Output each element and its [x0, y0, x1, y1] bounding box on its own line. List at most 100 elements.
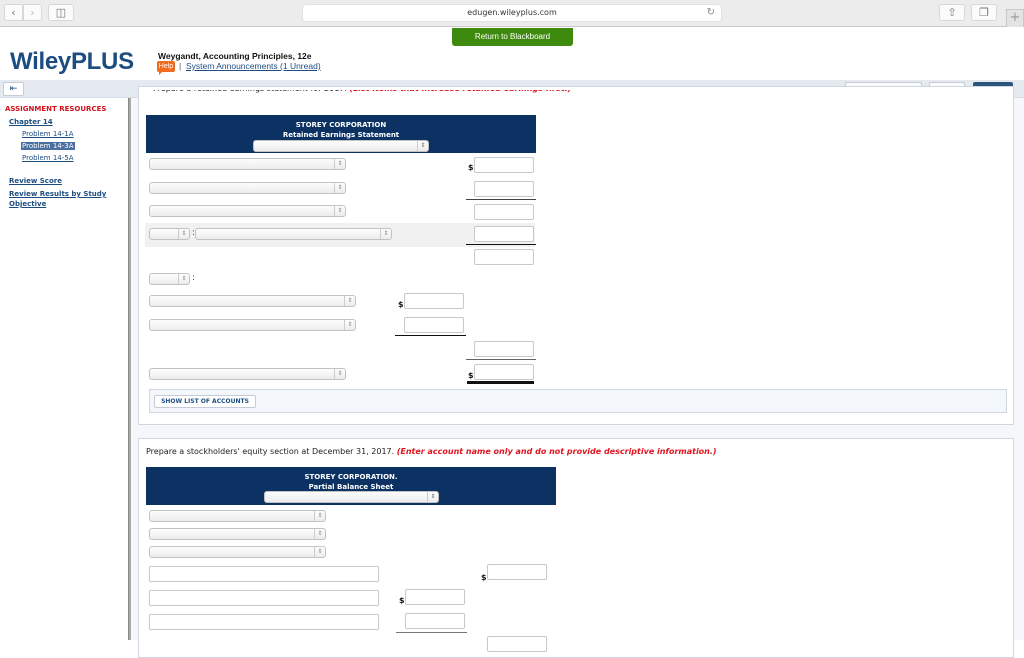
- select-arrow-icon: ⇕: [344, 320, 355, 330]
- browser-toolbar: ‹ › ◫ edugen.wileyplus.com ↻ ⇧ ❐ +: [0, 0, 1024, 27]
- instruction-text: Prepare a stockholders' equity section a…: [146, 447, 395, 456]
- reload-icon[interactable]: ↻: [707, 5, 715, 21]
- collapse-sidebar-button[interactable]: ⇤: [3, 82, 24, 96]
- url-text: edugen.wileyplus.com: [467, 8, 557, 17]
- stockholders-equity-panel: Prepare a stockholders' equity section a…: [138, 438, 1014, 658]
- select-arrow-icon: ⇕: [314, 529, 325, 539]
- section-select[interactable]: ⇕: [149, 546, 326, 558]
- tabs-icon: ❐: [979, 6, 989, 19]
- select-arrow-icon: ⇕: [334, 206, 345, 216]
- return-to-blackboard-button[interactable]: Return to Blackboard: [452, 28, 573, 46]
- account-name-input[interactable]: [149, 614, 379, 630]
- address-bar[interactable]: edugen.wileyplus.com ↻: [302, 4, 722, 22]
- share-button[interactable]: ⇧: [939, 4, 965, 21]
- system-announcements-link[interactable]: System Announcements (1 Unread): [186, 61, 321, 71]
- separator: |: [179, 61, 182, 71]
- problem-link[interactable]: Problem 14-5A: [22, 154, 74, 162]
- statement-header: STOREY CORPORATION Retained Earnings Sta…: [146, 115, 536, 153]
- account-select[interactable]: ⇕: [149, 182, 346, 194]
- forward-nav-button[interactable]: ›: [23, 4, 42, 21]
- select-arrow-icon: ⇕: [334, 183, 345, 193]
- amount-input[interactable]: [404, 317, 464, 333]
- amount-input[interactable]: [405, 589, 465, 605]
- select-arrow-icon: ⇕: [178, 274, 189, 284]
- colon: :: [192, 273, 196, 283]
- sidebar-icon: ◫: [55, 6, 67, 19]
- tabs-overview-button[interactable]: ❐: [971, 4, 997, 21]
- account-select[interactable]: ⇕: [149, 205, 346, 217]
- section-select[interactable]: ⇕: [149, 510, 326, 522]
- total-amount-input[interactable]: [474, 364, 534, 380]
- select-arrow-icon: ⇕: [178, 229, 189, 239]
- select-arrow-icon: ⇕: [314, 511, 325, 521]
- select-arrow-icon: ⇕: [314, 547, 325, 557]
- statement-date-select[interactable]: ⇕: [253, 140, 429, 152]
- account-name-input[interactable]: [149, 590, 379, 606]
- label-select[interactable]: ⇕: [149, 228, 190, 240]
- company-name: STOREY CORPORATION: [295, 121, 387, 129]
- dollar-sign: $: [468, 371, 474, 380]
- select-arrow-icon: ⇕: [417, 141, 428, 151]
- statement-header: STOREY CORPORATION. Partial Balance Shee…: [146, 467, 556, 505]
- help-button[interactable]: Help: [157, 61, 175, 75]
- statement-title: Retained Earnings Statement: [282, 131, 400, 139]
- company-name: STOREY CORPORATION.: [304, 473, 398, 481]
- instruction-note: (Enter account name only and do not prov…: [396, 447, 717, 456]
- amount-input[interactable]: [405, 613, 465, 629]
- account-select[interactable]: ⇕: [149, 368, 346, 380]
- collapse-panel-icon: ⇤: [9, 84, 18, 94]
- total-double-line: [467, 381, 534, 384]
- problem-link[interactable]: Problem 14-1A: [22, 130, 74, 138]
- select-arrow-icon: ⇕: [334, 159, 345, 169]
- amount-input[interactable]: [474, 249, 534, 265]
- subtotal-line: [395, 335, 466, 336]
- instruction-text: Prepare a retained earnings statement fo…: [153, 84, 347, 93]
- new-tab-button[interactable]: +: [1006, 9, 1024, 27]
- chapter-link[interactable]: Chapter 14: [9, 118, 53, 126]
- statement-date-select[interactable]: ⇕: [264, 491, 439, 503]
- amount-input[interactable]: [474, 157, 534, 173]
- select-arrow-icon: ⇕: [427, 492, 438, 502]
- select-arrow-icon: ⇕: [344, 296, 355, 306]
- amount-input[interactable]: [474, 204, 534, 220]
- sidebar-toggle-button[interactable]: ◫: [48, 4, 74, 21]
- dollar-sign: $: [481, 573, 487, 582]
- wileyplus-logo[interactable]: WileyPLUS: [10, 48, 134, 76]
- share-icon: ⇧: [947, 6, 957, 19]
- assignment-resources-sidebar: ASSIGNMENT RESOURCES Chapter 14 Problem …: [0, 98, 128, 640]
- dollar-sign: $: [399, 596, 405, 605]
- amount-input[interactable]: [487, 564, 547, 580]
- account-select[interactable]: ⇕: [149, 295, 356, 307]
- account-select[interactable]: ⇕: [149, 319, 356, 331]
- amount-input[interactable]: [487, 636, 547, 652]
- retained-earnings-panel: Prepare a retained earnings statement fo…: [138, 86, 1014, 425]
- subtotal-line: [466, 199, 536, 200]
- select-arrow-icon: ⇕: [334, 369, 345, 379]
- show-list-of-accounts-button[interactable]: SHOW LIST OF ACCOUNTS: [154, 395, 256, 408]
- dollar-sign: $: [468, 163, 474, 172]
- account-select[interactable]: ⇕: [195, 228, 392, 240]
- assignment-resources-heading: ASSIGNMENT RESOURCES: [5, 105, 107, 113]
- subtotal-line: [466, 359, 536, 360]
- select-arrow-icon: ⇕: [380, 229, 391, 239]
- amount-input[interactable]: [474, 226, 534, 242]
- back-nav-button[interactable]: ‹: [4, 4, 23, 21]
- accounts-toolbar: SHOW LIST OF ACCOUNTS: [149, 389, 1007, 413]
- problem-link-selected[interactable]: Problem 14-3A: [21, 142, 75, 150]
- book-title: Weygandt, Accounting Principles, 12e: [158, 51, 312, 61]
- chevron-right-icon: ›: [30, 6, 35, 19]
- amount-input[interactable]: [404, 293, 464, 309]
- subtotal-line: [396, 632, 467, 633]
- review-score-link[interactable]: Review Score: [9, 177, 62, 185]
- instruction-note: (List items that increase retained earni…: [349, 84, 572, 93]
- subtotal-line: [466, 244, 536, 245]
- account-select[interactable]: ⇕: [149, 158, 346, 170]
- account-name-input[interactable]: [149, 566, 379, 582]
- amount-input[interactable]: [474, 341, 534, 357]
- chevron-left-icon: ‹: [11, 6, 16, 19]
- amount-input[interactable]: [474, 181, 534, 197]
- label-select[interactable]: ⇕: [149, 273, 190, 285]
- section-select[interactable]: ⇕: [149, 528, 326, 540]
- review-results-link[interactable]: Review Results by Study Objective: [9, 189, 124, 209]
- instruction-retained-earnings: Prepare a retained earnings statement fo…: [153, 84, 572, 93]
